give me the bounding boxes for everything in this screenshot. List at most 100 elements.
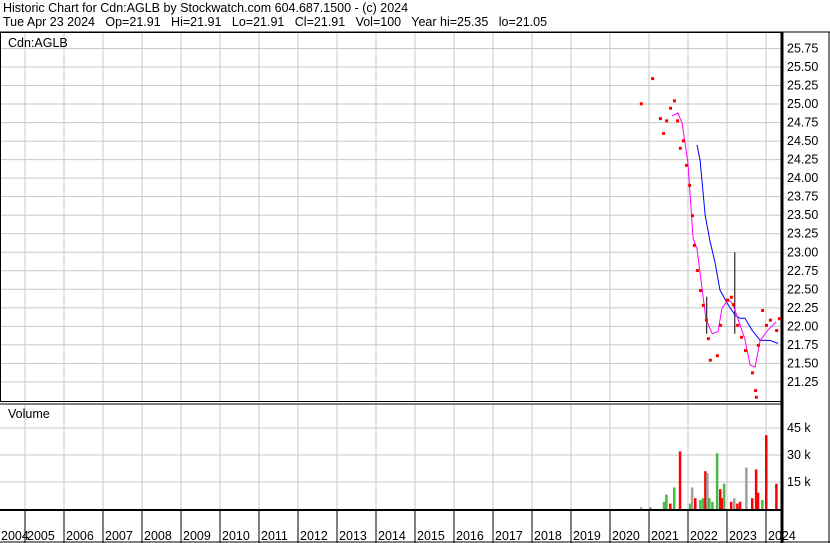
price-panel-label: Cdn:AGLB bbox=[8, 36, 68, 50]
price-volume-chart: 25.75 25.50 25.25 25.00 24.75 24.50 24.25 24.00… bbox=[0, 31, 830, 543]
price-point bbox=[726, 298, 729, 302]
year-tick-label: 2005 bbox=[27, 529, 55, 543]
price-point bbox=[681, 139, 685, 143]
price-tick-label: 23.25 bbox=[787, 227, 818, 241]
price-tick-label: 22.50 bbox=[787, 282, 818, 296]
price-point bbox=[685, 163, 689, 167]
price-point bbox=[639, 102, 643, 106]
year-tick-label: 2007 bbox=[105, 529, 133, 543]
price-point bbox=[736, 323, 740, 327]
volume-bar bbox=[699, 500, 702, 509]
year-tick-label: 2011 bbox=[261, 529, 288, 543]
price-point bbox=[706, 337, 710, 341]
year-tick-label: 2019 bbox=[573, 529, 601, 543]
price-tick-label: 21.50 bbox=[787, 356, 818, 370]
volume-bar bbox=[738, 501, 742, 509]
volume-bar bbox=[669, 503, 672, 509]
volume-panel-label: Volume bbox=[8, 407, 50, 421]
volume-bar bbox=[708, 498, 711, 509]
volume-bar bbox=[694, 498, 697, 509]
price-point bbox=[740, 335, 744, 339]
price-point bbox=[669, 106, 673, 110]
year-tick-label: 2006 bbox=[66, 529, 94, 543]
volume-tick-label: 30 k bbox=[787, 448, 811, 462]
price-tick-label: 24.25 bbox=[787, 153, 818, 167]
volume-bar bbox=[662, 501, 666, 509]
price-point bbox=[756, 343, 760, 347]
price-point bbox=[678, 146, 682, 150]
price-point bbox=[718, 323, 722, 327]
price-tick-label: 24.50 bbox=[787, 134, 818, 148]
year-tick-label: 2023 bbox=[729, 529, 757, 543]
price-tick-label: 23.00 bbox=[787, 245, 818, 259]
year-tick-label: 2013 bbox=[339, 529, 367, 543]
volume-tick-label: 15 k bbox=[787, 475, 811, 489]
year-tick-label: 2014 bbox=[378, 529, 406, 543]
price-point bbox=[768, 318, 772, 322]
price-point bbox=[743, 349, 747, 353]
price-point bbox=[662, 131, 666, 135]
volume-bar bbox=[715, 453, 719, 509]
price-tick-label: 25.50 bbox=[787, 60, 818, 74]
price-tick-label: 23.75 bbox=[787, 190, 818, 204]
price-point bbox=[708, 358, 712, 362]
price-point bbox=[695, 269, 699, 273]
volume-bar bbox=[765, 435, 768, 509]
price-point bbox=[699, 289, 703, 293]
volume-bar bbox=[649, 507, 652, 509]
volume-bar bbox=[722, 483, 726, 509]
price-point bbox=[775, 329, 779, 333]
price-point bbox=[761, 309, 765, 313]
price-tick-label: 22.25 bbox=[787, 301, 818, 315]
price-tick-label: 22.00 bbox=[787, 319, 818, 333]
price-point bbox=[658, 117, 662, 121]
year-tick-label: 2009 bbox=[183, 529, 211, 543]
volume-bar bbox=[750, 498, 754, 509]
price-point bbox=[750, 371, 754, 375]
price-tick-label: 21.75 bbox=[787, 338, 818, 352]
year-tick-label: 2012 bbox=[300, 529, 328, 543]
price-point bbox=[754, 389, 758, 393]
price-point bbox=[715, 354, 719, 358]
volume-bar bbox=[729, 501, 733, 509]
price-tick-label: 24.75 bbox=[787, 116, 818, 130]
price-point bbox=[765, 323, 768, 327]
price-point bbox=[676, 119, 680, 123]
price-point bbox=[777, 317, 781, 321]
volume-bar bbox=[711, 501, 714, 509]
volume-bar bbox=[672, 487, 676, 509]
volume-bar bbox=[745, 467, 748, 509]
volume-bar bbox=[701, 498, 705, 509]
volume-bar bbox=[733, 498, 736, 509]
volume-bar bbox=[690, 487, 694, 509]
price-point bbox=[701, 303, 705, 307]
price-tick-label: 22.75 bbox=[787, 264, 818, 278]
price-tick-label: 25.75 bbox=[787, 41, 818, 55]
price-point bbox=[731, 303, 735, 307]
volume-bar bbox=[665, 494, 668, 509]
volume-bar bbox=[639, 507, 643, 509]
volume-bar bbox=[678, 451, 682, 509]
volume-bar bbox=[775, 483, 778, 509]
price-point bbox=[690, 214, 694, 218]
price-panel-frame bbox=[0, 32, 783, 402]
price-point bbox=[651, 77, 655, 81]
year-tick-label: 2020 bbox=[612, 529, 640, 543]
price-point bbox=[692, 243, 696, 247]
year-tick-label: 2021 bbox=[651, 529, 679, 543]
year-tick-label: 2018 bbox=[534, 529, 562, 543]
price-point bbox=[729, 295, 733, 299]
volume-tick-label: 45 k bbox=[787, 421, 811, 435]
price-tick-label: 25.00 bbox=[787, 97, 818, 111]
price-tick-label: 21.25 bbox=[787, 375, 818, 389]
year-tick-label: 2010 bbox=[222, 529, 250, 543]
price-point bbox=[704, 318, 708, 322]
year-tick-label: 2017 bbox=[495, 529, 523, 543]
price-tick-label: 23.50 bbox=[787, 208, 818, 222]
price-point bbox=[754, 395, 758, 399]
price-tick-label: 25.25 bbox=[787, 79, 818, 93]
year-tick-label: 2016 bbox=[456, 529, 484, 543]
year-tick-label: 2004 bbox=[1, 529, 29, 543]
year-tick-label: 2015 bbox=[417, 529, 445, 543]
price-point bbox=[672, 99, 676, 103]
